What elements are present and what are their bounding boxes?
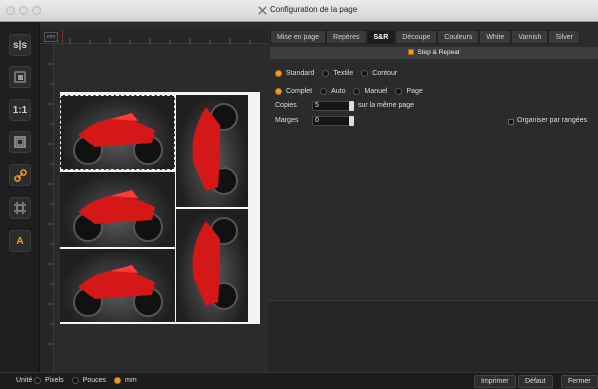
motorcycle-image — [73, 265, 163, 317]
window-titlebar: Configuration de la page — [0, 0, 598, 22]
tab-bar: Mise en page Repères S&R Découpe Couleur… — [270, 30, 580, 44]
radio-pixels[interactable] — [34, 377, 41, 384]
radio-complet-label: Complet — [286, 88, 313, 95]
tab-step-repeat[interactable]: S&R — [366, 30, 396, 44]
text-tool-button[interactable]: A — [9, 230, 31, 252]
actual-size-button[interactable]: 1:1 — [9, 99, 31, 121]
tab-varnish[interactable]: Varnish — [511, 30, 549, 44]
radio-standard-label: Standard — [286, 70, 315, 77]
copies-suffix: sur la même page — [358, 102, 415, 109]
panel-footer-area — [268, 300, 598, 372]
fit-icon — [14, 71, 26, 83]
tile-5[interactable] — [176, 209, 248, 322]
step-repeat-tool-button[interactable]: s|s — [9, 34, 31, 56]
tab-silver[interactable]: Silver — [548, 30, 580, 44]
radio-auto[interactable] — [320, 88, 328, 95]
radio-auto-label: Auto — [331, 88, 346, 95]
tab-mise-en-page[interactable]: Mise en page — [270, 30, 327, 44]
fill-radio-group: Complet Auto Manuel Page — [275, 88, 427, 95]
unit-radio-group: Pixels Pouces mm — [34, 377, 141, 384]
link-icon — [13, 168, 27, 182]
motorcycle-image-rotated — [192, 217, 238, 310]
ruler-unit: mm — [44, 32, 58, 42]
motorcycle-image-rotated — [192, 103, 238, 195]
left-ruler — [40, 44, 54, 372]
copies-label: Copies — [275, 102, 297, 109]
copies-input[interactable]: 5 — [312, 101, 352, 111]
step-repeat-icon: s|s — [13, 39, 27, 51]
radio-contour-label: Contour — [372, 70, 398, 77]
radio-textile-label: Textile — [333, 70, 354, 77]
copies-stepper[interactable] — [349, 101, 354, 111]
unit-label: Unité — [16, 377, 33, 384]
crop-marks-icon — [14, 202, 26, 214]
ruler-marker — [62, 30, 63, 44]
radio-manuel[interactable] — [353, 88, 361, 95]
top-ruler-ticks — [69, 38, 251, 44]
step-repeat-checkbox[interactable] — [408, 49, 415, 55]
radio-textile[interactable] — [322, 70, 330, 77]
mode-radio-group: Standard Textile Contour — [275, 70, 401, 77]
link-button[interactable] — [9, 164, 31, 186]
arrange-rows-label: Organiser par rangées — [517, 117, 588, 124]
radio-pixels-label: Pixels — [45, 377, 64, 384]
tab-white[interactable]: White — [479, 30, 512, 44]
radio-mm[interactable] — [114, 377, 122, 384]
radio-manuel-label: Manuel — [364, 88, 388, 95]
radio-standard[interactable] — [275, 70, 282, 77]
fit-tool-button[interactable] — [9, 66, 31, 88]
fill-page-button[interactable] — [9, 131, 31, 153]
motorcycle-image — [73, 190, 163, 242]
arrange-rows-checkbox[interactable] — [508, 119, 514, 125]
tab-couleurs[interactable]: Couleurs — [437, 30, 480, 44]
zoom-window-button[interactable] — [32, 6, 41, 15]
fill-page-icon — [14, 136, 26, 148]
top-ruler — [40, 30, 268, 44]
margins-stepper[interactable] — [349, 116, 354, 126]
print-button[interactable]: Imprimer — [474, 375, 516, 388]
margins-label: Marges — [275, 117, 299, 124]
radio-page-label: Page — [406, 88, 423, 95]
tab-reperes[interactable]: Repères — [326, 30, 367, 44]
radio-complet[interactable] — [275, 88, 282, 95]
default-button[interactable]: Défaut — [518, 375, 553, 388]
tool-sidebar: s|s 1:1 A — [0, 22, 40, 389]
step-repeat-section: Step & Repeat — [270, 47, 598, 59]
close-button[interactable]: Fermer — [561, 375, 598, 388]
close-window-button[interactable] — [6, 6, 15, 15]
radio-pouces[interactable] — [71, 377, 79, 384]
tab-decoupe[interactable]: Découpe — [395, 30, 438, 44]
minimize-window-button[interactable] — [19, 6, 28, 15]
radio-mm-label: mm — [125, 377, 137, 384]
radio-contour[interactable] — [361, 70, 369, 77]
text-tool-icon: A — [16, 235, 24, 247]
selection-box[interactable] — [60, 95, 175, 170]
app-icon — [258, 6, 267, 15]
tile-3[interactable] — [60, 249, 175, 322]
margins-input[interactable]: 0 — [312, 116, 352, 126]
settings-panel — [268, 22, 598, 300]
section-title: Step & Repeat — [417, 49, 460, 56]
actual-size-icon: 1:1 — [12, 104, 28, 116]
radio-pouces-label: Pouces — [82, 377, 107, 384]
window-title: Configuration de la page — [270, 5, 358, 14]
radio-page[interactable] — [395, 88, 403, 95]
tile-2[interactable] — [60, 172, 175, 247]
crop-marks-button[interactable] — [9, 197, 31, 219]
tile-4[interactable] — [176, 95, 248, 207]
left-ruler-ticks — [48, 63, 54, 345]
